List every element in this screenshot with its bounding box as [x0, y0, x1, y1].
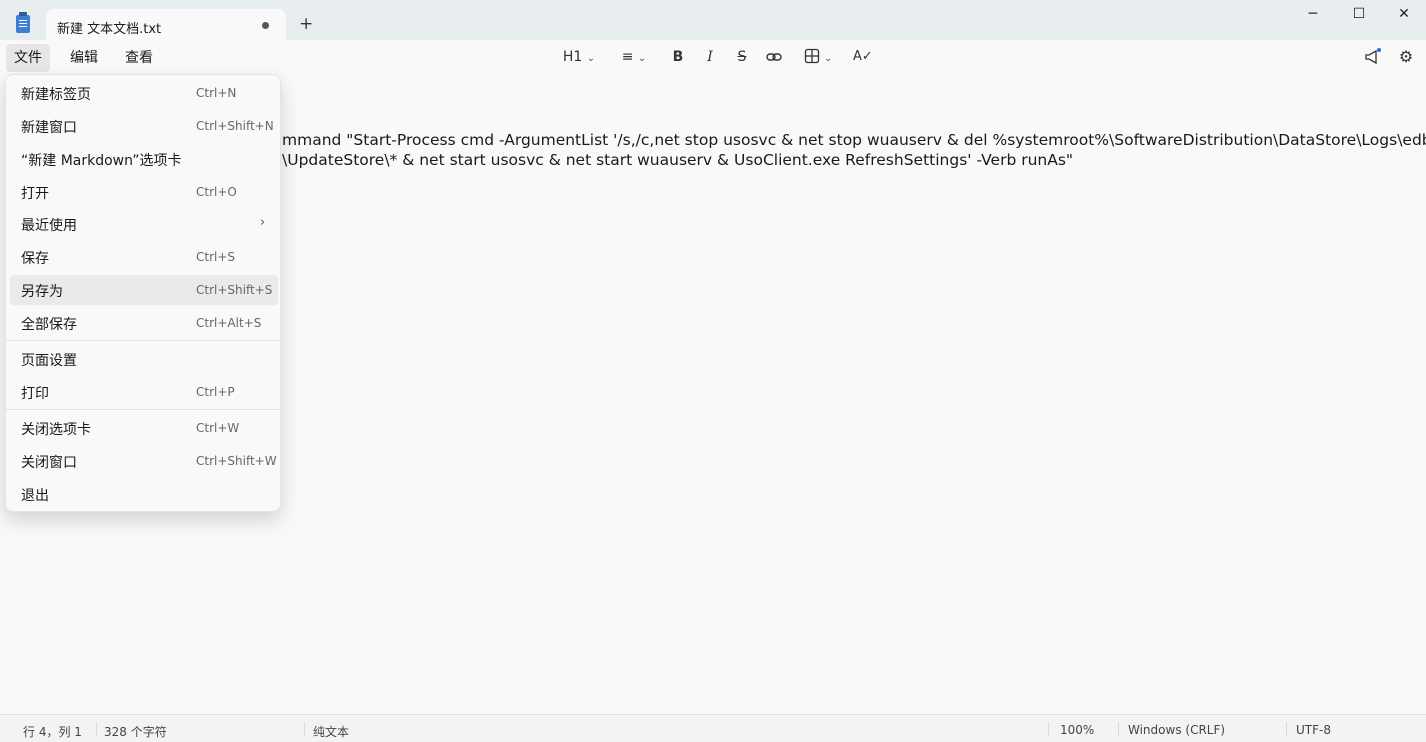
menu-file[interactable]: 文件	[6, 44, 50, 72]
menu-item-shortcut: Ctrl+Alt+S	[196, 316, 262, 330]
menu-item-label: 新建窗口	[21, 120, 77, 136]
status-divider	[1048, 722, 1049, 736]
menu-item-save-as[interactable]: 另存为 Ctrl+Shift+S	[10, 275, 278, 305]
list-dropdown[interactable]: ≡ ⌄	[614, 48, 654, 66]
menu-item-shortcut: Ctrl+Shift+W	[196, 454, 277, 468]
menu-item-shortcut: Ctrl+P	[196, 385, 235, 399]
character-count: 328 个字符	[104, 725, 167, 739]
menu-item-close-window[interactable]: 关闭窗口 Ctrl+Shift+W	[10, 446, 278, 476]
menu-item-recent[interactable]: 最近使用 ›	[10, 209, 278, 239]
menu-item-print[interactable]: 打印 Ctrl+P	[10, 377, 278, 407]
status-divider	[1286, 722, 1287, 736]
menu-item-new-tab[interactable]: 新建标签页 Ctrl+N	[10, 78, 278, 108]
menu-item-shortcut: Ctrl+Shift+N	[196, 119, 274, 133]
menu-separator	[6, 409, 280, 410]
menu-view[interactable]: 查看	[117, 44, 161, 72]
editor-line: \UpdateStore\* & net start usosvc & net …	[282, 151, 1074, 169]
menu-item-shortcut: Ctrl+S	[196, 250, 236, 264]
status-divider	[96, 722, 97, 736]
cursor-position: 行 4，列 1	[23, 725, 82, 739]
document-tab[interactable]: 新建 文本文档.txt	[46, 9, 286, 42]
menu-item-label: 全部保存	[21, 317, 77, 333]
heading-label: H1	[562, 49, 583, 65]
menu-edit[interactable]: 编辑	[62, 44, 106, 72]
gear-icon: ⚙	[1398, 47, 1414, 66]
table-icon	[804, 48, 819, 64]
menu-item-shortcut: Ctrl+Shift+S	[196, 283, 273, 297]
line-ending[interactable]: Windows (CRLF)	[1128, 723, 1225, 737]
megaphone-icon	[1365, 48, 1381, 65]
menu-separator	[6, 340, 280, 341]
chevron-down-icon: ⌄	[586, 53, 596, 64]
status-divider	[304, 722, 305, 736]
text-format[interactable]: 纯文本	[313, 723, 349, 740]
spellcheck-button[interactable]: A✓	[853, 48, 873, 66]
menu-item-label: 页面设置	[21, 353, 77, 369]
menu-item-new-markdown-tab[interactable]: “新建 Markdown”选项卡	[10, 144, 278, 174]
spellcheck-icon: A✓	[853, 49, 873, 64]
menu-item-label: 退出	[21, 488, 49, 504]
table-dropdown[interactable]: ⌄	[800, 48, 836, 66]
menu-item-close-tab[interactable]: 关闭选项卡 Ctrl+W	[10, 413, 278, 443]
tab-title: 新建 文本文档.txt	[57, 22, 162, 37]
chevron-down-icon: ⌄	[637, 53, 647, 64]
heading-dropdown[interactable]: H1 ⌄	[559, 48, 599, 66]
menu-item-save[interactable]: 保存 Ctrl+S	[10, 242, 278, 272]
chevron-down-icon: ⌄	[824, 53, 833, 64]
bold-button[interactable]: B	[669, 48, 687, 66]
new-tab-button[interactable]: +	[299, 14, 313, 34]
menu-item-label: 关闭选项卡	[21, 422, 91, 438]
encoding[interactable]: UTF-8	[1296, 723, 1331, 737]
status-divider	[1118, 722, 1119, 736]
menu-item-label: 新建标签页	[21, 87, 91, 103]
strikethrough-button[interactable]: S	[733, 48, 751, 66]
notepad-app-icon	[16, 12, 30, 33]
menu-item-label: 最近使用	[21, 218, 77, 234]
minimize-button[interactable]: ─	[1290, 0, 1336, 30]
file-menu-dropdown: 新建标签页 Ctrl+N 新建窗口 Ctrl+Shift+N “新建 Markd…	[5, 74, 281, 512]
menu-bar: 文件 编辑 查看 H1 ⌄ ≡ ⌄ B I S ⌄ A✓ ⚙	[0, 40, 1426, 74]
zoom-level[interactable]: 100%	[1060, 723, 1094, 737]
menu-item-shortcut: Ctrl+W	[196, 421, 240, 435]
editor-line: mmand "Start-Process cmd -ArgumentList '…	[282, 131, 1426, 149]
link-icon	[766, 53, 782, 61]
menu-item-page-setup[interactable]: 页面设置	[10, 344, 278, 374]
menu-item-label: 打开	[21, 186, 49, 202]
menu-item-label: 另存为	[21, 284, 63, 300]
link-button[interactable]	[764, 48, 784, 66]
menu-item-label: 关闭窗口	[21, 455, 77, 471]
menu-item-label: 保存	[21, 251, 49, 267]
settings-button[interactable]: ⚙	[1396, 48, 1416, 66]
chevron-right-icon: ›	[260, 215, 266, 230]
list-icon: ≡	[621, 49, 634, 65]
menu-item-label: “新建 Markdown”选项卡	[21, 153, 182, 169]
menu-item-save-all[interactable]: 全部保存 Ctrl+Alt+S	[10, 308, 278, 338]
unsaved-indicator-dot[interactable]	[262, 22, 269, 29]
announcement-button[interactable]	[1362, 48, 1382, 66]
menu-item-new-window[interactable]: 新建窗口 Ctrl+Shift+N	[10, 111, 278, 141]
close-window-button[interactable]: ✕	[1381, 0, 1426, 30]
menu-item-shortcut: Ctrl+N	[196, 86, 237, 100]
italic-button[interactable]: I	[701, 48, 719, 66]
title-bar: 新建 文本文档.txt + ─ ☐ ✕	[0, 0, 1426, 42]
status-bar: 行 4，列 1 328 个字符 纯文本 100% Windows (CRLF) …	[0, 714, 1426, 742]
maximize-button[interactable]: ☐	[1336, 0, 1382, 30]
menu-item-shortcut: Ctrl+O	[196, 185, 237, 199]
menu-item-exit[interactable]: 退出	[10, 479, 278, 509]
menu-item-label: 打印	[21, 386, 49, 402]
menu-item-open[interactable]: 打开 Ctrl+O	[10, 177, 278, 207]
